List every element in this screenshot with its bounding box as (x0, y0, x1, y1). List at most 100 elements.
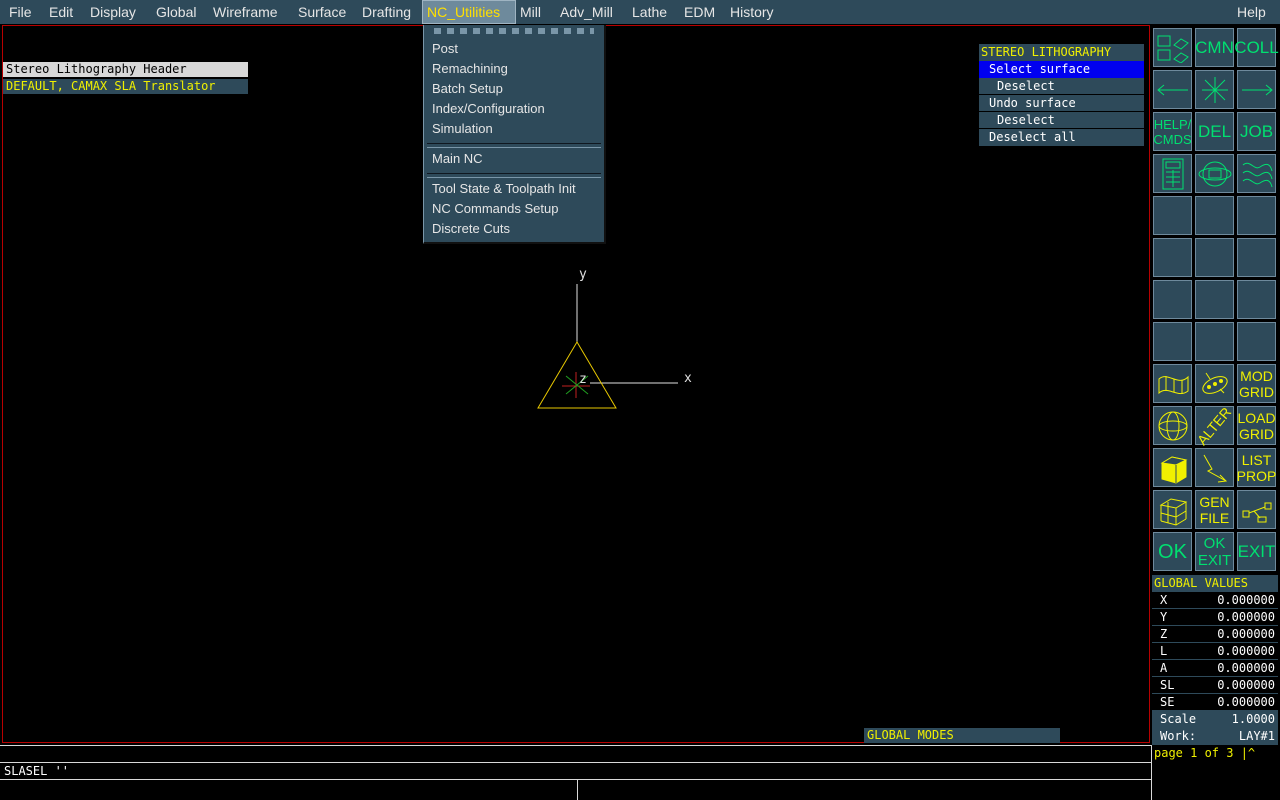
empty-slot (1195, 196, 1234, 235)
value-row-sl[interactable]: SL 0.000000 (1152, 677, 1278, 694)
z-axis-label: z (579, 372, 587, 387)
undo-deselect-item[interactable]: Deselect (979, 112, 1144, 129)
menu-history[interactable]: History (726, 0, 778, 24)
menu-separator (427, 173, 601, 178)
menu-lathe[interactable]: Lathe (628, 0, 671, 24)
menu-item-simulation[interactable]: Simulation (432, 120, 493, 138)
menu-global[interactable]: Global (152, 0, 200, 24)
deselect-item[interactable]: Deselect (979, 78, 1144, 95)
axis-triad: y x z (537, 267, 692, 409)
divider (0, 762, 1151, 763)
menu-item-index-configuration[interactable]: Index/Configuration (432, 100, 545, 118)
page-indicator[interactable]: page 1 of 3 |^ (1152, 745, 1278, 762)
stereo-lithography-panel: STEREO LITHOGRAPHY Select surface Desele… (979, 44, 1144, 146)
empty-slot (1153, 280, 1192, 319)
help-cmds-button[interactable]: HELP/CMDS (1153, 112, 1192, 151)
asterisk-icon[interactable] (1195, 70, 1234, 109)
exit-button[interactable]: EXIT (1237, 532, 1276, 571)
empty-slot (1237, 196, 1276, 235)
mod-grid-button[interactable]: MOD GRID (1237, 364, 1276, 403)
ok-button[interactable]: OK (1153, 532, 1192, 571)
list-prop-button[interactable]: LIST PROP (1237, 448, 1276, 487)
menu-item-nc-commands-setup[interactable]: NC Commands Setup (432, 200, 558, 218)
divider (1151, 745, 1152, 800)
menu-item-remachining[interactable]: Remachining (432, 60, 508, 78)
swarm-icon[interactable] (1195, 364, 1234, 403)
alter-button[interactable]: ALTER (1194, 403, 1235, 447)
sphere-icon[interactable] (1153, 406, 1192, 445)
work-layer-row[interactable]: Work: LAY#1 (1152, 728, 1278, 745)
del-button[interactable]: DEL (1195, 112, 1234, 151)
empty-slot (1153, 196, 1192, 235)
arrow-path-icon[interactable] (1195, 448, 1234, 487)
panel-title: STEREO LITHOGRAPHY (979, 44, 1144, 61)
menu-bar: File Edit Display Global Wireframe Surfa… (0, 0, 1280, 24)
coll-button[interactable]: COLL (1234, 28, 1279, 67)
helmet-icon[interactable] (1195, 154, 1234, 193)
tear-off-handle[interactable] (434, 28, 594, 34)
value-row-z[interactable]: Z 0.000000 (1152, 626, 1278, 643)
menu-mill[interactable]: Mill (516, 0, 545, 24)
arrow-right-icon[interactable] (1237, 70, 1276, 109)
undo-surface-item[interactable]: Undo surface (979, 95, 1144, 112)
menu-item-discrete-cuts[interactable]: Discrete Cuts (432, 220, 510, 238)
empty-slot (1237, 238, 1276, 277)
global-values-panel: GLOBAL VALUES X 0.000000 Y 0.000000 Z 0.000… (1152, 575, 1278, 762)
ok-exit-button[interactable]: OK EXIT (1195, 532, 1234, 571)
menu-edm[interactable]: EDM (680, 0, 719, 24)
arrow-left-icon[interactable] (1153, 70, 1192, 109)
sla-header-title: Stereo Lithography Header (3, 62, 248, 77)
surface-wave-icon[interactable] (1237, 154, 1276, 193)
nc-utilities-dropdown: Post Remachining Batch Setup Index/Confi… (423, 25, 606, 244)
deselect-all-item[interactable]: Deselect all (979, 129, 1144, 146)
scale-row[interactable]: Scale 1.0000 (1152, 711, 1278, 728)
empty-slot (1195, 322, 1234, 361)
empty-slot (1195, 280, 1234, 319)
calculator-icon[interactable] (1153, 154, 1192, 193)
y-axis-label: y (579, 267, 587, 282)
x-axis-label: x (684, 371, 692, 386)
global-modes-button[interactable]: GLOBAL MODES (864, 728, 1060, 743)
divider (577, 780, 578, 800)
icon-panel: CMN COLL HELP/CMDS DEL JOB MOD GRID ALTE… (1152, 26, 1280, 574)
gen-file-button[interactable]: GEN FILE (1195, 490, 1234, 529)
menu-surface[interactable]: Surface (294, 0, 350, 24)
cmn-button[interactable]: CMN (1195, 28, 1234, 67)
job-button[interactable]: JOB (1237, 112, 1276, 151)
menu-edit[interactable]: Edit (45, 0, 77, 24)
value-row-a[interactable]: A 0.000000 (1152, 660, 1278, 677)
box-icon[interactable] (1153, 448, 1192, 487)
menu-item-batch-setup[interactable]: Batch Setup (432, 80, 503, 98)
value-row-y[interactable]: Y 0.000000 (1152, 609, 1278, 626)
menu-wireframe[interactable]: Wireframe (209, 0, 282, 24)
divider (0, 745, 1151, 746)
menu-display[interactable]: Display (86, 0, 140, 24)
wire-cube-icon[interactable] (1153, 490, 1192, 529)
menu-item-tool-state[interactable]: Tool State & Toolpath Init (432, 180, 576, 198)
sla-translator-label[interactable]: DEFAULT, CAMAX SLA Translator (3, 79, 248, 94)
menu-nc-utilities[interactable]: NC_Utilities (422, 0, 516, 24)
value-row-l[interactable]: L 0.000000 (1152, 643, 1278, 660)
empty-slot (1153, 322, 1192, 361)
layers-icon[interactable] (1153, 28, 1192, 67)
empty-slot (1195, 238, 1234, 277)
value-row-x[interactable]: X 0.000000 (1152, 592, 1278, 609)
linkage-icon[interactable] (1237, 490, 1276, 529)
menu-item-post[interactable]: Post (432, 40, 458, 58)
divider (0, 779, 1151, 780)
global-values-title: GLOBAL VALUES (1152, 575, 1278, 592)
menu-item-main-nc[interactable]: Main NC (432, 150, 483, 168)
menu-separator (427, 143, 601, 148)
empty-slot (1153, 238, 1192, 277)
load-grid-button[interactable]: LOAD GRID (1237, 406, 1276, 445)
value-row-se[interactable]: SE 0.000000 (1152, 694, 1278, 711)
surface-mesh-icon[interactable] (1153, 364, 1192, 403)
empty-slot (1237, 280, 1276, 319)
menu-file[interactable]: File (5, 0, 36, 24)
select-surface-item[interactable]: Select surface (979, 61, 1144, 78)
menu-help[interactable]: Help (1233, 0, 1270, 24)
empty-slot (1237, 322, 1276, 361)
command-line[interactable]: SLASEL '' (4, 763, 69, 779)
menu-drafting[interactable]: Drafting (358, 0, 415, 24)
menu-adv-mill[interactable]: Adv_Mill (556, 0, 617, 24)
